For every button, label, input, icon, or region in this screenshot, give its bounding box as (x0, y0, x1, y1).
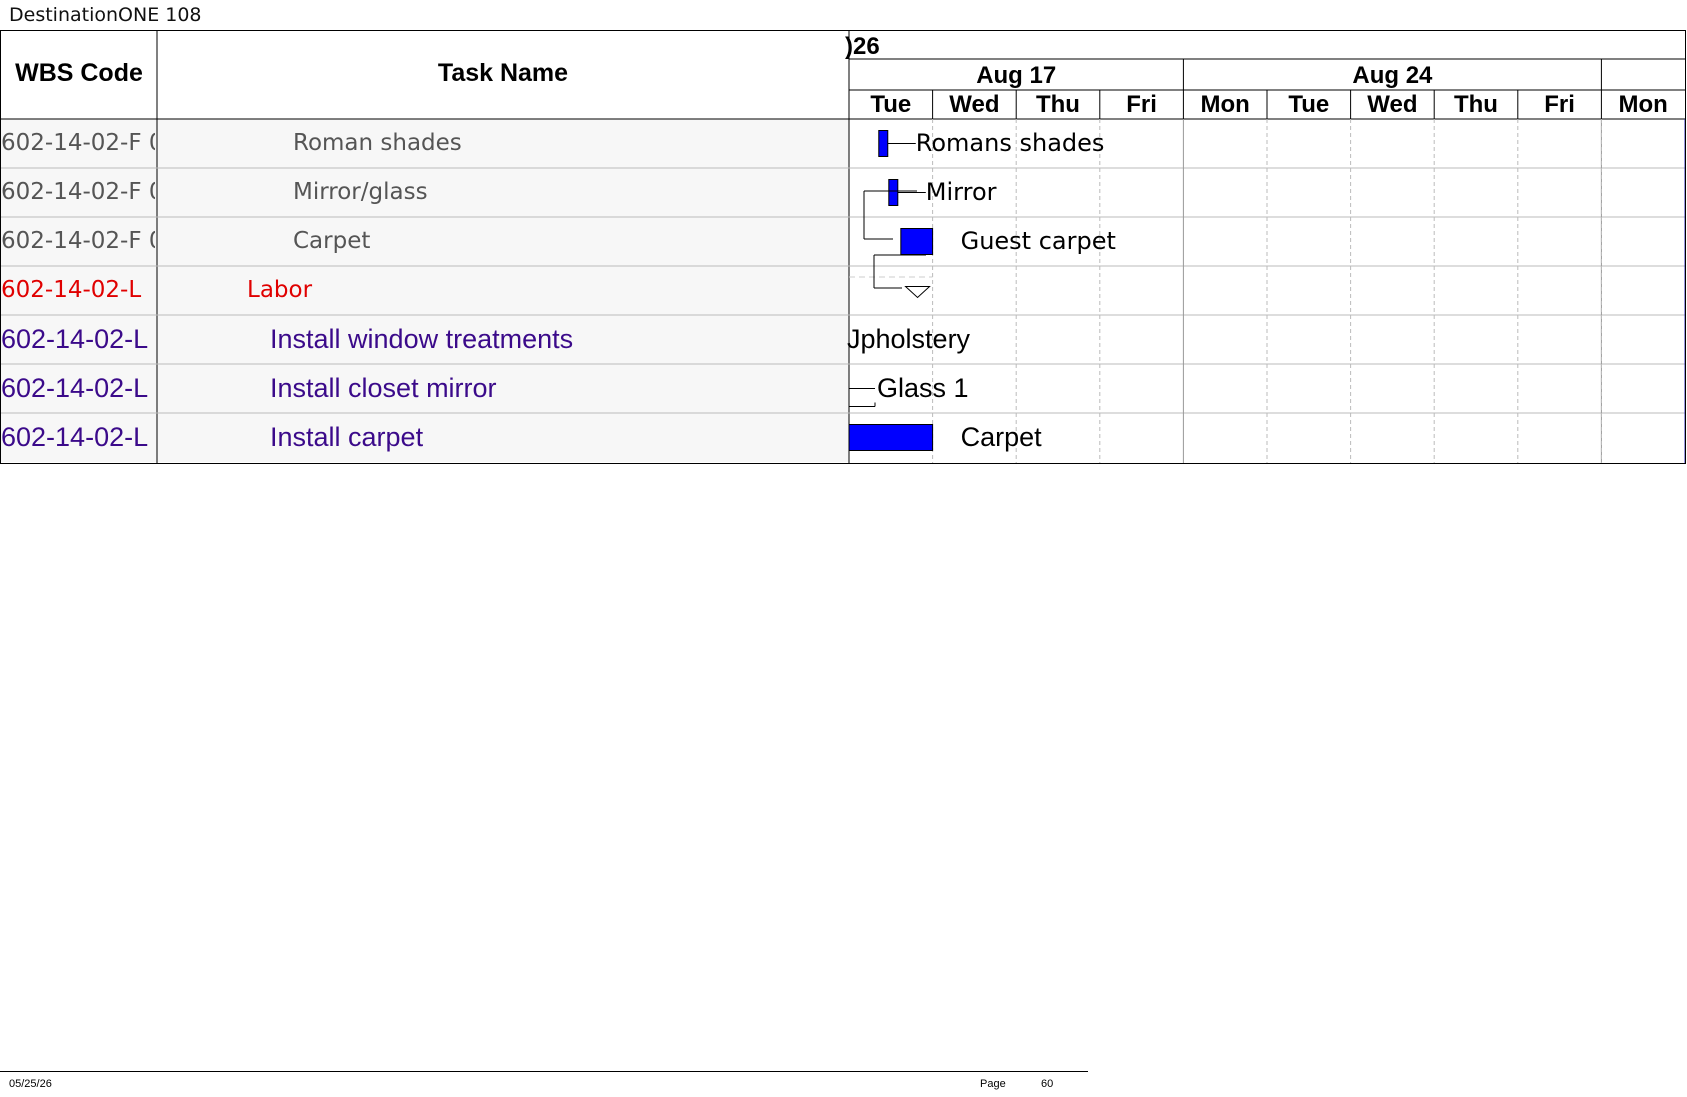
footer-date: 05/25/26 (9, 1078, 52, 1090)
wbs-code-cell[interactable]: 602-14-02-L (1, 266, 155, 315)
day-label: Thu (1035, 91, 1080, 118)
task-name-cell[interactable]: Carpet (293, 217, 845, 266)
footer-divider (0, 1071, 1088, 1072)
task-name-cell[interactable]: Roman shades (293, 119, 845, 168)
wbs-code-cell[interactable]: 602-14-02-F 0 (1, 119, 155, 168)
bar-label: Jpholstery (847, 323, 971, 354)
gantt-bar (888, 179, 899, 206)
wbs-code-cell[interactable]: 602-14-02-L (1, 413, 155, 462)
year-label: )26 (845, 33, 880, 60)
gantt-bar (848, 424, 934, 451)
wbs-code-cell[interactable]: 602-14-02-L (1, 364, 155, 413)
footer-page-label: Page (980, 1078, 1006, 1090)
project-title: DestinationONE 108 (9, 4, 202, 26)
footer-page-number: 60 (1041, 1078, 1054, 1090)
day-label: Mon (1618, 91, 1668, 118)
bar-label: Carpet (960, 421, 1042, 452)
day-label: Fri (1126, 91, 1157, 118)
task-name-cell[interactable]: Install carpet (270, 413, 845, 462)
bar-label: Glass 1 (877, 372, 969, 403)
wbs-code-cell[interactable]: 602-14-02-L (1, 315, 155, 364)
week-label: Aug 17 (976, 62, 1057, 89)
wbs-column-header[interactable]: WBS Code (1, 59, 157, 88)
task-column-header[interactable]: Task Name (157, 59, 849, 88)
day-label: Tue (870, 91, 912, 118)
gantt-sheet: WBS Code Task Name )26 Aug 17 Aug 24 Tue W… (0, 30, 1686, 464)
bar-label: Guest carpet (960, 226, 1116, 255)
day-label: Wed (949, 91, 1000, 118)
gantt-bar (900, 228, 934, 255)
day-label: Fri (1544, 91, 1575, 118)
day-label: Wed (1367, 91, 1418, 118)
wbs-code-cell[interactable]: 602-14-02-F 0 (1, 217, 155, 266)
day-label: Thu (1453, 91, 1498, 118)
task-name-cell[interactable]: Labor (247, 266, 845, 315)
week-label: Aug 24 (1352, 62, 1433, 89)
task-name-cell[interactable]: Mirror/glass (293, 168, 845, 217)
day-label: Mon (1200, 91, 1250, 118)
task-name-cell[interactable]: Install window treatments (270, 315, 845, 364)
day-label: Tue (1288, 91, 1330, 118)
gantt-bar (878, 130, 889, 157)
wbs-code-cell[interactable]: 602-14-02-F 0 (1, 168, 155, 217)
bar-label: Mirror (925, 177, 997, 206)
bar-label: Romans shades (915, 128, 1105, 157)
summary-marker[interactable] (904, 286, 931, 299)
task-name-cell[interactable]: Install closet mirror (270, 364, 845, 413)
